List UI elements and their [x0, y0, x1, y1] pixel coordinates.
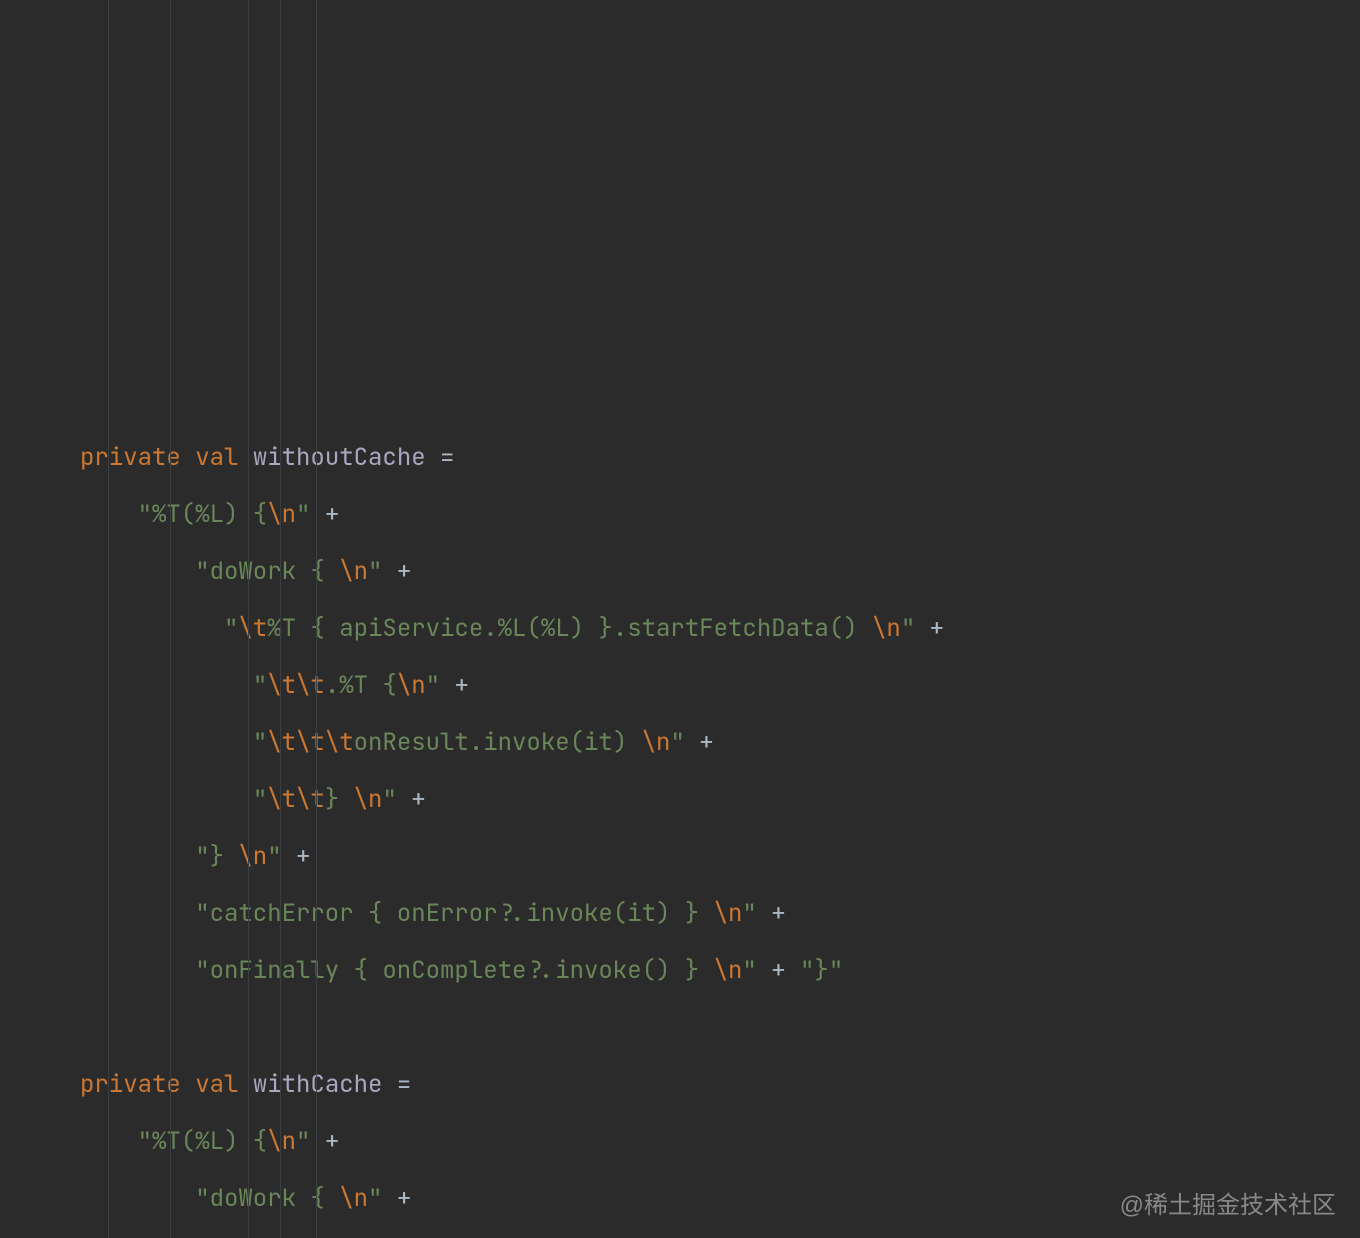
indent-guide — [316, 0, 317, 1238]
code-token — [80, 898, 195, 929]
code-token: "doWork { — [195, 556, 339, 587]
indent-guide — [170, 0, 171, 1238]
code-line[interactable]: "\t%T { apiService.%L(%L) }.startFetchDa… — [80, 600, 1360, 657]
code-token: " — [368, 556, 382, 587]
code-body: private val withoutCache = "%T(%L) {\n" … — [80, 429, 1360, 1238]
code-token: " — [426, 670, 440, 701]
indent-guide — [108, 0, 109, 1238]
code-token — [80, 727, 253, 758]
code-line[interactable]: private val withoutCache = — [80, 429, 1360, 486]
code-line[interactable]: "\t\t} \n" + — [80, 771, 1360, 828]
code-token: "doWork { — [195, 1183, 339, 1214]
code-token — [80, 670, 253, 701]
code-line[interactable]: "} \n" + — [80, 828, 1360, 885]
code-token — [80, 955, 195, 986]
code-token: \n — [339, 556, 368, 587]
code-token — [80, 613, 224, 644]
code-token: \n — [714, 898, 743, 929]
code-token — [238, 442, 252, 473]
code-token: withCache — [253, 1069, 383, 1100]
code-token: "onFinally { onComplete?.invoke() } — [195, 955, 713, 986]
indent-guide — [280, 0, 281, 1238]
indent-guide — [248, 0, 249, 1238]
code-line[interactable]: "\t\t\tonResult.invoke(it) \n" + — [80, 714, 1360, 771]
code-token — [80, 784, 253, 815]
code-line[interactable]: "catchError { onError?.invoke(it) } \n" … — [80, 885, 1360, 942]
code-token: " — [296, 499, 310, 530]
code-token: " — [253, 784, 267, 815]
code-token: \n — [267, 499, 296, 530]
code-token: + — [282, 841, 325, 872]
code-token: " — [253, 727, 267, 758]
code-token: + — [382, 1183, 425, 1214]
code-token: "catchError { onError?.invoke(it) } — [195, 898, 713, 929]
code-line[interactable]: "%T(%L) {\n" + — [80, 486, 1360, 543]
code-token — [80, 556, 195, 587]
code-token: %T { apiService.%L(%L) }.startFetchData(… — [267, 613, 872, 644]
code-token: \t — [238, 613, 267, 644]
code-token: + — [757, 898, 800, 929]
code-line[interactable]: "\t%T { apiService.%L(%L) }.$startFetchD… — [80, 1227, 1360, 1238]
code-token: "}" — [800, 955, 843, 986]
watermark: @稀土掘金技术社区 — [1120, 1185, 1336, 1220]
code-token: = — [426, 442, 469, 473]
code-token: + — [685, 727, 728, 758]
code-token: \n — [642, 727, 671, 758]
code-token: + — [440, 670, 483, 701]
code-token: \n — [872, 613, 901, 644]
code-token — [181, 442, 195, 473]
code-token: onResult.invoke(it) — [354, 727, 642, 758]
code-token: withoutCache — [253, 442, 426, 473]
code-token: } — [325, 784, 354, 815]
code-line[interactable]: "onFinally { onComplete?.invoke() } \n" … — [80, 942, 1360, 999]
code-token: \n — [267, 1126, 296, 1157]
code-token: + — [382, 556, 425, 587]
code-line[interactable]: "%T(%L) {\n" + — [80, 1113, 1360, 1170]
code-token: "} — [195, 841, 238, 872]
code-token — [80, 1183, 195, 1214]
code-token: " — [368, 1183, 382, 1214]
code-token: + — [757, 955, 800, 986]
code-line[interactable]: private val withCache = — [80, 1056, 1360, 1113]
code-token: \n — [354, 784, 383, 815]
code-token: + — [915, 613, 958, 644]
code-token: \n — [714, 955, 743, 986]
code-line[interactable] — [80, 999, 1360, 1056]
code-token: + — [397, 784, 440, 815]
code-token: " — [901, 613, 915, 644]
code-token — [238, 1069, 252, 1100]
code-token — [80, 841, 195, 872]
code-line[interactable]: "doWork { \n" + — [80, 543, 1360, 600]
code-token: " — [224, 613, 238, 644]
code-token: .%T { — [325, 670, 397, 701]
code-token: val — [195, 442, 238, 473]
code-token: private — [80, 442, 181, 473]
code-line[interactable]: "\t\t.%T {\n" + — [80, 657, 1360, 714]
code-token: " — [670, 727, 684, 758]
code-token: " — [742, 955, 756, 986]
code-token: val — [195, 1069, 238, 1100]
code-token: private — [80, 1069, 181, 1100]
code-token: = — [382, 1069, 425, 1100]
code-token: " — [742, 898, 756, 929]
code-editor[interactable]: private val withoutCache = "%T(%L) {\n" … — [0, 0, 1360, 1238]
code-token: \n — [238, 841, 267, 872]
code-token: " — [382, 784, 396, 815]
code-token: \n — [397, 670, 426, 701]
code-token: " — [253, 670, 267, 701]
code-token: \n — [339, 1183, 368, 1214]
code-token — [181, 1069, 195, 1100]
code-token: " — [296, 1126, 310, 1157]
